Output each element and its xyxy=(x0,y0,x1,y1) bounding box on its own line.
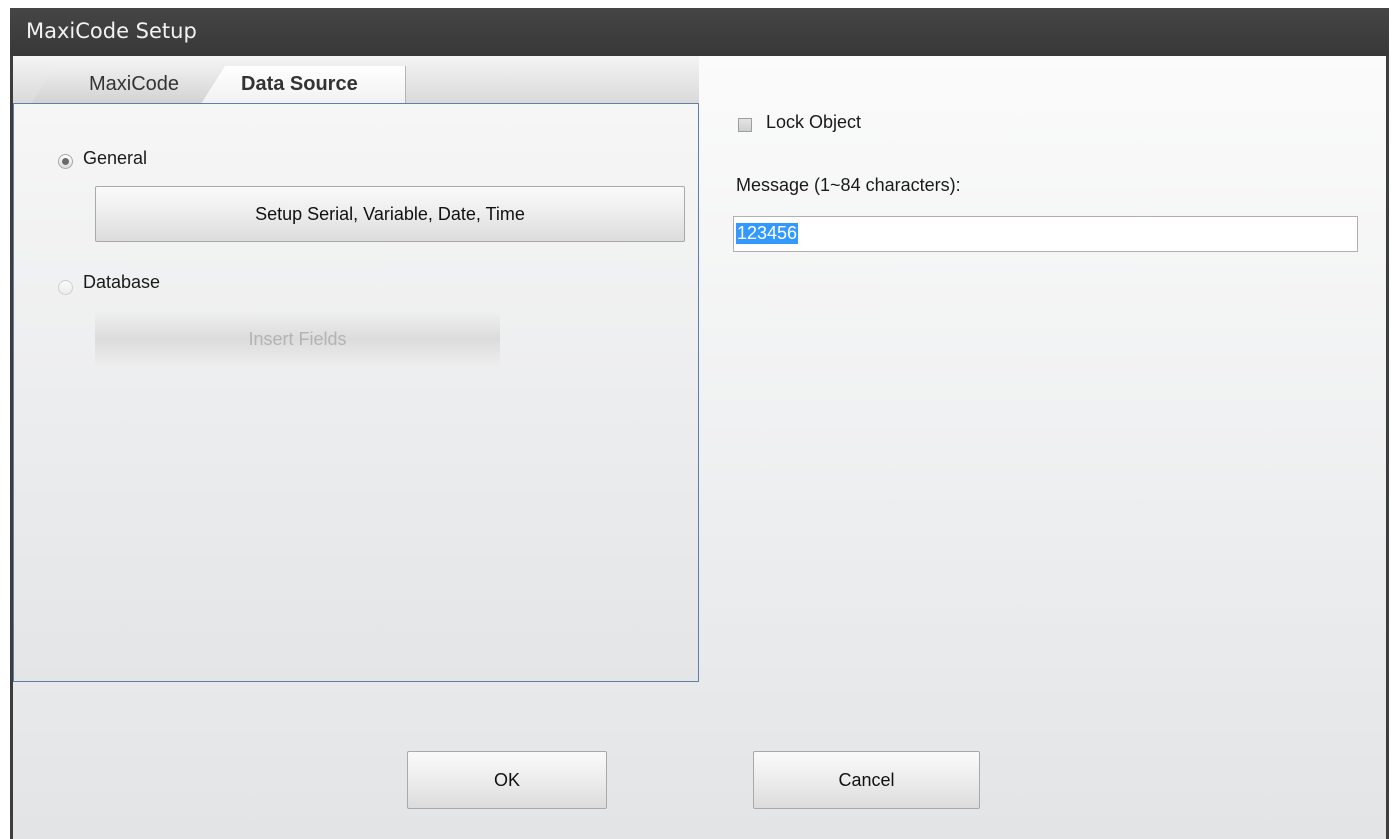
cancel-button[interactable]: Cancel xyxy=(753,751,980,809)
setup-button-label: Setup Serial, Variable, Date, Time xyxy=(255,203,525,224)
lock-object-label[interactable]: Lock Object xyxy=(766,112,861,133)
cancel-button-label: Cancel xyxy=(838,769,895,790)
tab-data-source-label: Data Source xyxy=(241,73,358,95)
insert-fields-button[interactable]: Insert Fields xyxy=(95,311,500,367)
title-bar[interactable]: MaxiCode Setup xyxy=(10,8,1389,56)
message-label: Message (1~84 characters): xyxy=(736,175,961,195)
ok-button[interactable]: OK xyxy=(407,751,607,809)
tab-maxicode-label: MaxiCode xyxy=(89,73,180,95)
window-title: MaxiCode Setup xyxy=(26,19,197,43)
tab-strip: MaxiCode Data Source xyxy=(13,56,699,104)
tab-data-source[interactable]: Data Source xyxy=(201,66,406,104)
dialog-client-area: MaxiCode Data Source General Setup Seria… xyxy=(13,56,1386,839)
general-label[interactable]: General xyxy=(83,148,147,169)
data-source-panel: General Setup Serial, Variable, Date, Ti… xyxy=(13,103,699,682)
lock-object-checkbox[interactable] xyxy=(738,118,752,132)
database-label[interactable]: Database xyxy=(83,272,160,293)
insert-fields-label: Insert Fields xyxy=(248,328,347,349)
dialog-window: MaxiCode Setup MaxiCode Data Source Gene… xyxy=(10,8,1389,839)
general-radio[interactable] xyxy=(58,154,73,169)
tab-maxicode[interactable]: MaxiCode xyxy=(31,66,221,104)
ok-button-label: OK xyxy=(493,769,520,790)
message-input[interactable]: 123456 xyxy=(733,216,1358,252)
setup-serial-variable-date-time-button[interactable]: Setup Serial, Variable, Date, Time xyxy=(95,186,685,242)
database-radio[interactable] xyxy=(58,280,73,295)
message-selected-text: 123456 xyxy=(736,223,799,244)
